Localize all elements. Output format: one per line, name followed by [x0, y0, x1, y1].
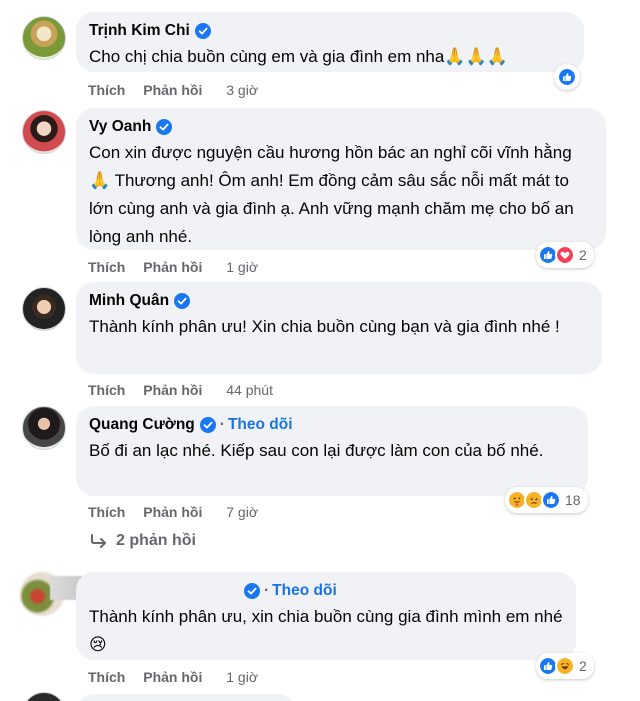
reaction-count: 2	[579, 247, 587, 263]
comment-bubble: Quang Cường · Theo dõi Bố đi an lạc nhé. …	[76, 406, 588, 496]
avatar[interactable]	[22, 110, 66, 154]
comment-bubble: · Theo dõi Thành kính phân ưu, xin chia b…	[76, 572, 576, 660]
verified-badge-icon	[244, 583, 260, 599]
reply-button[interactable]: Phản hồi	[143, 259, 202, 275]
comment-actions: Thích Phản hồi 3 giờ	[88, 81, 258, 99]
avatar[interactable]	[22, 692, 66, 701]
avatar[interactable]	[22, 287, 66, 331]
like-button[interactable]: Thích	[88, 382, 125, 398]
verified-badge-icon	[195, 23, 211, 39]
comment-timestamp[interactable]: 44 phút	[226, 382, 273, 398]
comment-author[interactable]: Trịnh Kim Chi	[89, 21, 190, 41]
replies-count-label: 2 phản hồi	[116, 532, 196, 549]
comment-author[interactable]: Quang Cường	[89, 415, 195, 435]
reaction-summary[interactable]: 2	[536, 653, 594, 679]
verified-badge-icon	[156, 119, 172, 135]
like-reaction-icon	[557, 67, 577, 87]
comment-bubble: Trịnh Kim Chi Cho chị chia buồn cùng em …	[76, 12, 584, 72]
avatar[interactable]	[22, 16, 66, 60]
comment-text: Cho chị chia buồn cùng em và gia đình em…	[89, 47, 508, 66]
reply-button[interactable]: Phản hồi	[143, 382, 202, 398]
like-button[interactable]: Thích	[88, 82, 125, 98]
follow-button[interactable]: Theo dõi	[272, 582, 337, 599]
comment-bubble: Minh Quân Thành kính phân ưu! Xin chia b…	[76, 282, 602, 374]
like-button[interactable]: Thích	[88, 504, 125, 520]
avatar[interactable]	[22, 406, 66, 450]
comment-author[interactable]: Minh Quân	[89, 291, 169, 311]
like-button[interactable]: Thích	[88, 669, 125, 685]
comment-actions: Thích Phản hồi 7 giờ	[88, 503, 258, 521]
haha-reaction-icon	[555, 656, 575, 676]
follow-button[interactable]: Theo dõi	[228, 416, 293, 433]
comment-timestamp[interactable]: 7 giờ	[226, 504, 258, 520]
comment-author[interactable]: Vy Oanh	[89, 117, 151, 137]
like-reaction-icon	[541, 490, 561, 510]
reaction-count: 2	[579, 658, 587, 674]
reaction-count: 18	[565, 492, 581, 508]
reply-button[interactable]: Phản hồi	[143, 82, 202, 98]
comment-actions: Thích Phản hồi 1 giờ	[88, 668, 258, 686]
reaction-summary[interactable]: 18	[505, 487, 588, 513]
reaction-summary[interactable]: 2	[536, 242, 594, 268]
comment-timestamp[interactable]: 1 giờ	[226, 669, 258, 685]
comment-text: Thành kính phân ưu, xin chia buồn cùng g…	[89, 607, 563, 654]
comment-timestamp[interactable]: 1 giờ	[226, 259, 258, 275]
comment-bubble: Vy Oanh Con xin được nguyện cầu hương hồ…	[76, 108, 606, 250]
comment-actions: Thích Phản hồi 44 phút	[88, 381, 273, 399]
comment-text: Thành kính phân ưu! Xin chia buồn cùng b…	[89, 317, 560, 336]
comment-timestamp[interactable]: 3 giờ	[226, 82, 258, 98]
comment-text: Con xin được nguyện cầu hương hồn bác an…	[89, 143, 574, 246]
reply-arrow-icon	[91, 534, 106, 548]
comment-text: Bố đi an lạc nhé. Kiếp sau con lại được …	[89, 441, 544, 460]
verified-badge-icon	[174, 293, 190, 309]
comment-actions: Thích Phản hồi 1 giờ	[88, 258, 258, 276]
like-button[interactable]: Thích	[88, 259, 125, 275]
reaction-summary[interactable]	[554, 64, 580, 90]
next-comment-bubble	[76, 694, 296, 701]
love-reaction-icon	[555, 245, 575, 265]
view-replies-link[interactable]: 2 phản hồi	[90, 532, 196, 550]
reply-button[interactable]: Phản hồi	[143, 669, 202, 685]
reply-button[interactable]: Phản hồi	[143, 504, 202, 520]
verified-badge-icon	[200, 417, 216, 433]
